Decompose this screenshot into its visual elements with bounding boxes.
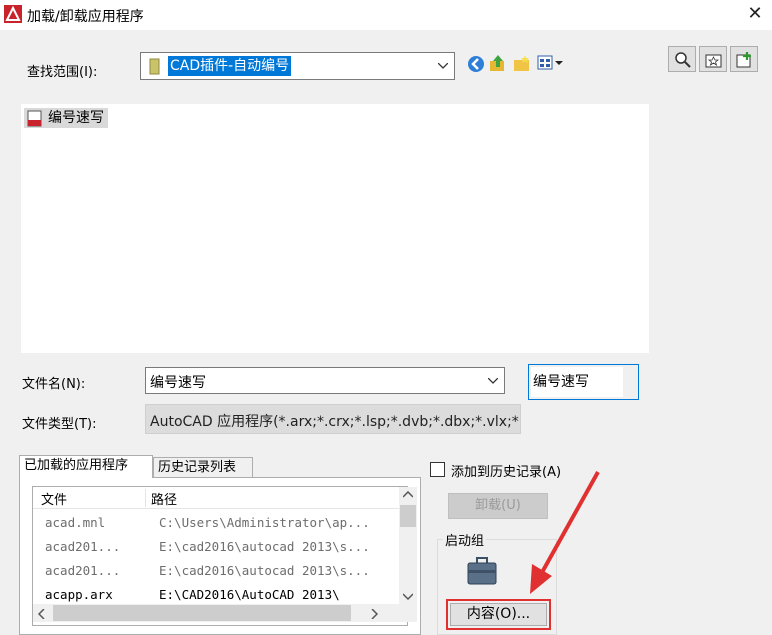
- startup-suite-label: 启动组: [443, 530, 487, 549]
- briefcase-icon[interactable]: [466, 556, 498, 586]
- filetype-combo[interactable]: AutoCAD 应用程序(*.arx;*.crx;*.lsp;*.dvb;*.d…: [145, 404, 521, 434]
- table-row[interactable]: acad201... E:\cad2016\autocad 2013\s...: [33, 559, 399, 583]
- tab-loaded-apps[interactable]: 已加载的应用程序: [19, 455, 153, 478]
- back-icon[interactable]: [466, 54, 486, 74]
- lookin-combo[interactable]: CAD插件-自动编号: [140, 52, 455, 80]
- file-list[interactable]: 编号速写: [21, 104, 649, 353]
- chevron-down-icon: [438, 63, 448, 69]
- filetype-label: 文件类型(T):: [22, 417, 97, 432]
- cell-path: C:\Users\Administrator\ap...: [159, 515, 370, 530]
- lisp-file-icon: [27, 110, 42, 127]
- cell-file: acad201...: [45, 563, 121, 578]
- chevron-down-icon: [488, 377, 498, 384]
- views-menu-icon[interactable]: [537, 55, 565, 71]
- lookin-label: 查找范围(I):: [27, 65, 98, 80]
- filename-value: 编号速写: [150, 375, 206, 391]
- favorites-button[interactable]: [699, 46, 727, 72]
- new-folder-icon[interactable]: [512, 53, 532, 73]
- column-header-file[interactable]: 文件: [41, 489, 67, 508]
- table-row[interactable]: acad.mnl C:\Users\Administrator\ap...: [33, 511, 399, 535]
- close-icon[interactable]: ✕: [744, 3, 766, 25]
- cell-path: E:\cad2016\autocad 2013\s...: [159, 563, 370, 578]
- cell-file: acad201...: [45, 539, 121, 554]
- up-folder-icon[interactable]: [488, 53, 508, 73]
- history-checkbox[interactable]: [430, 462, 445, 477]
- favorites-icon: [705, 54, 722, 68]
- lookin-value: CAD插件-自动编号: [168, 56, 292, 76]
- column-divider: [145, 489, 146, 507]
- list-item[interactable]: 编号速写: [24, 108, 108, 128]
- load-button[interactable]: 编号速写: [528, 364, 639, 400]
- find-icon: [675, 52, 691, 68]
- scroll-up-icon[interactable]: [403, 491, 413, 498]
- file-name: 编号速写: [48, 110, 104, 126]
- loaded-apps-table[interactable]: 文件 路径 acad.mnl C:\Users\Administrator\ap…: [32, 486, 417, 626]
- vertical-scrollbar[interactable]: [399, 487, 417, 604]
- annotation-arrow: [530, 471, 600, 594]
- add-favorite-icon: [736, 52, 751, 68]
- tab-history-list[interactable]: 历史记录列表: [153, 457, 253, 477]
- window-title: 加载/卸载应用程序: [27, 9, 144, 25]
- load-button-label: 编号速写: [533, 374, 589, 390]
- filetype-value: AutoCAD 应用程序(*.arx;*.crx;*.lsp;*.dvb;*.d…: [150, 414, 521, 430]
- scroll-thumb[interactable]: [400, 505, 416, 527]
- title-bar: 加载/卸载应用程序 ✕: [0, 0, 772, 30]
- table-row[interactable]: acad201... E:\cad2016\autocad 2013\s...: [33, 535, 399, 559]
- add-favorite-button[interactable]: [730, 46, 758, 72]
- scroll-left-icon[interactable]: [38, 609, 45, 619]
- filename-combo[interactable]: 编号速写: [145, 367, 505, 394]
- column-header-path[interactable]: 路径: [151, 489, 177, 508]
- find-button[interactable]: [668, 46, 696, 72]
- autocad-app-icon: [4, 5, 22, 23]
- tab-panel: 文件 路径 acad.mnl C:\Users\Administrator\ap…: [19, 477, 421, 635]
- cell-file: acad.mnl: [45, 515, 106, 530]
- scroll-down-icon[interactable]: [403, 593, 413, 600]
- contents-button[interactable]: 内容(O)...: [450, 603, 547, 626]
- horizontal-scrollbar[interactable]: [33, 604, 417, 622]
- folder-icon: [149, 58, 160, 75]
- cell-path: E:\cad2016\autocad 2013\s...: [159, 539, 370, 554]
- scroll-thumb[interactable]: [53, 605, 351, 621]
- filename-label: 文件名(N):: [22, 377, 86, 392]
- tab-control: 已加载的应用程序 历史记录列表 文件 路径 acad.mnl C:\Users\…: [19, 455, 421, 635]
- table-header: 文件 路径: [33, 487, 399, 509]
- scroll-right-icon[interactable]: [371, 609, 378, 619]
